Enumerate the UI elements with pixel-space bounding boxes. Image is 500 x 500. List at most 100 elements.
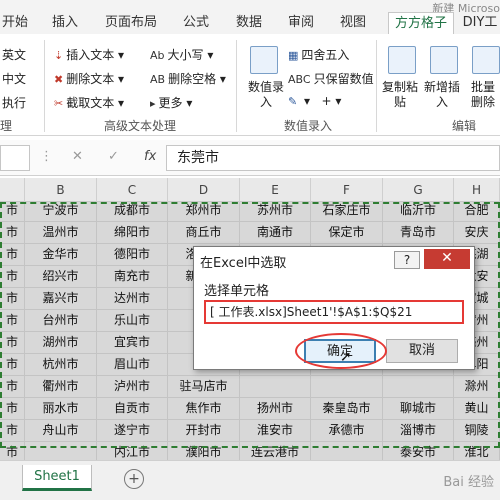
tab-fangfanggezi[interactable]: 方方格子: [388, 12, 454, 34]
tab-data[interactable]: 数据: [232, 12, 266, 34]
column-header[interactable]: C: [97, 178, 168, 202]
grid-cell[interactable]: 市: [0, 244, 25, 266]
batch-delete-button[interactable]: 批量删除: [466, 80, 500, 110]
ribbon-chinese-button[interactable]: 中文: [2, 70, 26, 87]
grid-cell[interactable]: 杭州市: [25, 354, 97, 376]
grid-cell[interactable]: 湖州市: [25, 332, 97, 354]
grid-cell[interactable]: 淄博市: [383, 420, 454, 442]
grid-cell[interactable]: [383, 376, 454, 398]
grid-cell[interactable]: 秦皇岛市: [311, 398, 383, 420]
grid-cell[interactable]: 乐山市: [97, 310, 168, 332]
column-header[interactable]: H: [454, 178, 500, 202]
grid-cell[interactable]: 保定市: [311, 222, 383, 244]
tab-diy[interactable]: DIY工: [460, 12, 500, 34]
tab-formulas[interactable]: 公式: [178, 12, 214, 34]
grid-cell[interactable]: 成都市: [97, 202, 168, 222]
extract-text-button[interactable]: ✂ 截取文本 ▾: [54, 94, 124, 111]
grid-cell[interactable]: 开封市: [168, 420, 240, 442]
tab-view[interactable]: 视图: [336, 12, 370, 34]
grid-cell[interactable]: 市: [0, 310, 25, 332]
column-header[interactable]: F: [311, 178, 383, 202]
grid-cell[interactable]: 石家庄市: [311, 202, 383, 222]
grid-cell[interactable]: 自贡市: [97, 398, 168, 420]
cancel-icon[interactable]: ✕: [72, 149, 83, 164]
grid-cell[interactable]: 金华市: [25, 244, 97, 266]
ribbon-english-button[interactable]: 英文: [2, 46, 26, 63]
grid-cell[interactable]: 淮北: [454, 442, 500, 460]
grid-cell[interactable]: 苏州市: [240, 202, 311, 222]
number-entry-button[interactable]: 数值录入: [244, 80, 288, 110]
grid-cell[interactable]: 扬州市: [240, 398, 311, 420]
grid-cell[interactable]: 宁波市: [25, 202, 97, 222]
grid-cell[interactable]: 商丘市: [168, 222, 240, 244]
new-insert-button[interactable]: 新增插入: [424, 80, 460, 110]
grid-cell[interactable]: 市: [0, 266, 25, 288]
grid-cell[interactable]: [311, 376, 383, 398]
grid-cell[interactable]: 市: [0, 332, 25, 354]
copy-paste-button[interactable]: 复制粘贴: [382, 80, 418, 110]
add-sheet-icon[interactable]: +: [124, 469, 144, 489]
grid-cell[interactable]: 安庆: [454, 222, 500, 244]
column-header[interactable]: G: [383, 178, 454, 202]
sheet-tab-sheet1[interactable]: Sheet1: [22, 465, 92, 491]
close-button[interactable]: ✕: [424, 249, 470, 269]
grid-cell[interactable]: 泸州市: [97, 376, 168, 398]
tab-home[interactable]: 开始: [0, 12, 30, 34]
insert-text-button[interactable]: ⇣ 插入文本 ▾: [54, 46, 124, 63]
grid-cell[interactable]: 宜宾市: [97, 332, 168, 354]
grid-cell[interactable]: 舟山市: [25, 420, 97, 442]
grid-cell[interactable]: 达州市: [97, 288, 168, 310]
grid-cell[interactable]: 黄山: [454, 398, 500, 420]
grid-cell[interactable]: 丽水市: [25, 398, 97, 420]
case-button[interactable]: Ab 大小写 ▾: [150, 46, 213, 63]
grid-cell[interactable]: 嘉兴市: [25, 288, 97, 310]
column-header[interactable]: E: [240, 178, 311, 202]
grid-cell[interactable]: 淮安市: [240, 420, 311, 442]
cancel-button[interactable]: 取消: [386, 339, 458, 363]
insert-function-icon[interactable]: fx: [144, 149, 156, 164]
grid-cell[interactable]: 合肥: [454, 202, 500, 222]
grid-cell[interactable]: 青岛市: [383, 222, 454, 244]
grid-cell[interactable]: 市: [0, 420, 25, 442]
grid-cell[interactable]: 眉山市: [97, 354, 168, 376]
name-box-dropdown-icon[interactable]: ⋮: [40, 149, 53, 164]
grid-cell[interactable]: 驻马店市: [168, 376, 240, 398]
more-button[interactable]: ▸ 更多 ▾: [150, 94, 192, 111]
column-header[interactable]: B: [25, 178, 97, 202]
delete-text-button[interactable]: ✖ 删除文本 ▾: [54, 70, 124, 87]
grid-cell[interactable]: [240, 376, 311, 398]
help-button[interactable]: ?: [394, 251, 420, 269]
grid-cell[interactable]: 滁州: [454, 376, 500, 398]
grid-cell[interactable]: 郑州市: [168, 202, 240, 222]
grid-cell[interactable]: 市: [0, 398, 25, 420]
grid-cell[interactable]: 市: [0, 222, 25, 244]
grid-cell[interactable]: 聊城市: [383, 398, 454, 420]
grid-cell[interactable]: 铜陵: [454, 420, 500, 442]
misc-tools[interactable]: ✎ ▾ + ▾: [288, 94, 341, 108]
round-button[interactable]: ▦ 四舍五入: [288, 46, 349, 63]
grid-cell[interactable]: [25, 442, 97, 460]
grid-cell[interactable]: 市: [0, 442, 25, 460]
grid-cell[interactable]: 连云港市: [240, 442, 311, 460]
tab-page-layout[interactable]: 页面布局: [100, 12, 162, 34]
range-input[interactable]: [ 工作表.xlsx]Sheet1'!$A$1:$Q$21: [204, 300, 464, 324]
column-header-a[interactable]: [0, 178, 25, 202]
grid-cell[interactable]: 内江市: [97, 442, 168, 460]
grid-cell[interactable]: 遂宁市: [97, 420, 168, 442]
grid-cell[interactable]: 濮阳市: [168, 442, 240, 460]
remove-space-button[interactable]: AB 删除空格 ▾: [150, 70, 226, 87]
grid-cell[interactable]: 绵阳市: [97, 222, 168, 244]
grid-cell[interactable]: 衢州市: [25, 376, 97, 398]
enter-icon[interactable]: ✓: [108, 149, 119, 164]
grid-cell[interactable]: 临沂市: [383, 202, 454, 222]
ribbon-execute-button[interactable]: 执行: [2, 94, 26, 111]
grid-cell[interactable]: 市: [0, 202, 25, 222]
grid-cell[interactable]: 市: [0, 376, 25, 398]
grid-cell[interactable]: 南通市: [240, 222, 311, 244]
grid-cell[interactable]: 焦作市: [168, 398, 240, 420]
grid-cell[interactable]: 市: [0, 288, 25, 310]
formula-input[interactable]: 东莞市: [166, 145, 500, 171]
keep-value-button[interactable]: ABC 只保留数值: [288, 70, 374, 87]
grid-cell[interactable]: 绍兴市: [25, 266, 97, 288]
dialog-titlebar[interactable]: 在Excel中选取 ? ✕: [194, 247, 474, 273]
